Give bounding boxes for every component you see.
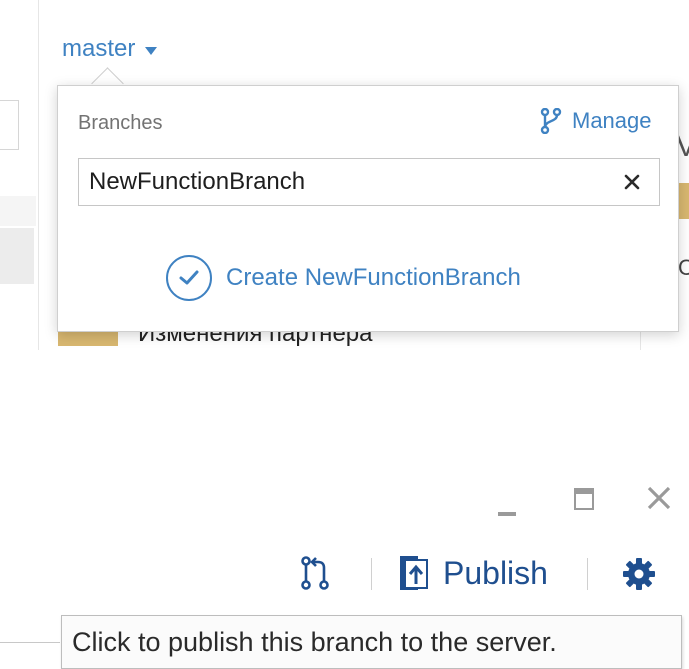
background-text: Co: [678, 255, 689, 280]
chevron-down-icon: [145, 46, 158, 55]
branch-popup: Branches Manage C: [57, 85, 679, 332]
publish-icon: [400, 556, 428, 590]
checkmark-icon: [179, 270, 199, 285]
left-panel-edge: [0, 100, 19, 150]
maximize-icon[interactable]: [574, 488, 594, 510]
left-panel-row: [0, 196, 36, 226]
branch-search-box: [78, 158, 660, 206]
toolbar-separator: [371, 558, 372, 590]
team-explorer-panel: master V Co Изменения партнера Branches …: [0, 0, 689, 350]
toolbar-separator: [587, 558, 588, 590]
left-panel-row: [0, 228, 34, 284]
publish-tooltip: Click to publish this branch to the serv…: [61, 615, 682, 669]
manage-label: Manage: [572, 108, 652, 133]
gear-icon: [623, 558, 655, 590]
divider-line: [0, 642, 60, 643]
panel-divider: [38, 0, 39, 350]
create-branch-button[interactable]: Create NewFunctionBranch: [166, 250, 521, 306]
settings-button[interactable]: [621, 556, 657, 592]
branch-icon: [540, 108, 562, 134]
clear-search-button[interactable]: [615, 165, 649, 199]
branch-name-input[interactable]: [89, 165, 609, 199]
window-close-button[interactable]: [645, 484, 673, 512]
branch-dropdown[interactable]: master: [62, 34, 158, 64]
close-icon: [624, 174, 640, 190]
publish-label: Publish: [443, 554, 548, 591]
close-icon: [647, 486, 671, 510]
pull-request-icon: [301, 556, 329, 590]
create-branch-circle: [166, 255, 212, 301]
manage-branches-link[interactable]: Manage: [540, 108, 652, 134]
current-branch-label: master: [62, 35, 136, 62]
create-branch-label: Create NewFunctionBranch: [226, 264, 521, 291]
pull-request-button[interactable]: [298, 556, 334, 590]
minimize-icon[interactable]: [498, 512, 516, 516]
publish-button[interactable]: Publish: [399, 553, 548, 593]
popup-title: Branches: [78, 112, 163, 134]
tooltip-text: Click to publish this branch to the serv…: [72, 626, 557, 657]
